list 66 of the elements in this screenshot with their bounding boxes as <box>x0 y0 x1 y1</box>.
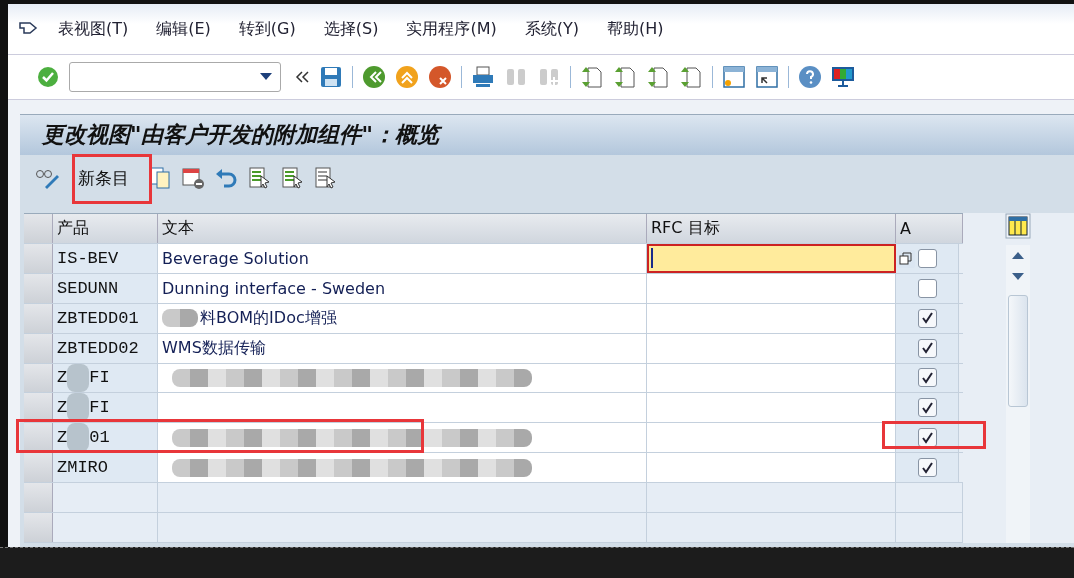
menu-icon[interactable] <box>18 21 38 37</box>
select-icon[interactable] <box>280 166 304 190</box>
checkbox[interactable] <box>917 248 937 268</box>
checkbox[interactable] <box>917 278 937 298</box>
check-icon[interactable] <box>36 65 60 89</box>
delete-row-icon[interactable] <box>181 166 205 190</box>
redaction-blur <box>67 363 90 393</box>
table-cell: IS-BEV <box>57 248 119 268</box>
cancel-icon[interactable] <box>428 65 452 89</box>
shortcut-icon[interactable] <box>755 65 779 89</box>
table-cell: FI <box>89 398 110 418</box>
page-arrow-icon[interactable] <box>646 65 670 89</box>
table-cell: WMS数据传输 <box>162 337 266 359</box>
scrollbar[interactable] <box>1006 245 1030 543</box>
checkbox[interactable] <box>917 398 937 418</box>
menu-item[interactable]: 转到(G) <box>238 18 296 40</box>
up-icon[interactable] <box>395 65 419 89</box>
table-cell: Z <box>57 368 68 388</box>
table-cell: Dunning interface - Sweden <box>162 278 386 298</box>
menu-item[interactable]: 帮助(H) <box>606 18 664 40</box>
help-icon[interactable] <box>798 65 822 89</box>
checkbox[interactable] <box>917 338 937 358</box>
undo-icon[interactable] <box>214 166 238 190</box>
table-cell: Z <box>57 398 68 418</box>
table-cell: 料BOM的IDoc增强 <box>200 307 337 329</box>
scroll-up-icon[interactable] <box>1012 251 1024 259</box>
menu-item[interactable]: 系统(Y) <box>524 18 579 40</box>
menu-item[interactable]: 表视图(T) <box>58 18 129 40</box>
menu-item[interactable]: 实用程序(M) <box>406 18 497 40</box>
checkbox[interactable] <box>917 308 937 328</box>
table-cell: FI <box>89 368 110 388</box>
table-cell: SEDUNN <box>57 278 119 298</box>
double-left-icon[interactable] <box>294 69 310 85</box>
table-cell: 01 <box>89 428 110 448</box>
column-settings-icon[interactable] <box>1005 213 1031 239</box>
back-icon[interactable] <box>362 65 386 89</box>
page-arrow-icon[interactable] <box>613 65 637 89</box>
column-header[interactable]: 文本 <box>158 214 647 243</box>
monitor-icon[interactable] <box>831 65 855 89</box>
command-field[interactable] <box>69 62 281 92</box>
redaction-blur <box>67 423 90 453</box>
menu-item[interactable]: 选择(S) <box>323 18 379 40</box>
input-field[interactable] <box>647 243 896 273</box>
new-entries-button[interactable]: 新条目 <box>70 158 143 198</box>
table-cell: Beverage Solution <box>162 248 309 268</box>
table-cell: ZBTEDD01 <box>57 308 139 328</box>
page-arrow-icon[interactable] <box>580 65 604 89</box>
row-selector[interactable] <box>24 423 53 453</box>
checkbox[interactable] <box>917 368 937 388</box>
checkbox[interactable] <box>917 458 937 478</box>
table-cell: Z <box>57 428 68 448</box>
table-cell: ZBTEDD02 <box>57 338 139 358</box>
new-window-icon[interactable] <box>722 65 746 89</box>
column-header[interactable]: A <box>896 214 963 243</box>
menu-item[interactable]: 编辑(E) <box>156 18 211 40</box>
select-icon[interactable] <box>247 166 271 190</box>
scroll-down-icon[interactable] <box>1012 273 1024 281</box>
save-icon[interactable] <box>319 65 343 89</box>
column-header[interactable]: 产品 <box>53 214 158 243</box>
page-arrow-icon[interactable] <box>679 65 703 89</box>
print-icon[interactable] <box>471 65 495 89</box>
deselect-icon[interactable] <box>313 166 337 190</box>
table-cell: ZMIRO <box>57 458 108 478</box>
column-header[interactable]: RFC 目标 <box>647 214 896 243</box>
glasses-pencil-icon[interactable] <box>35 167 61 189</box>
dropdown-icon[interactable] <box>260 73 272 81</box>
